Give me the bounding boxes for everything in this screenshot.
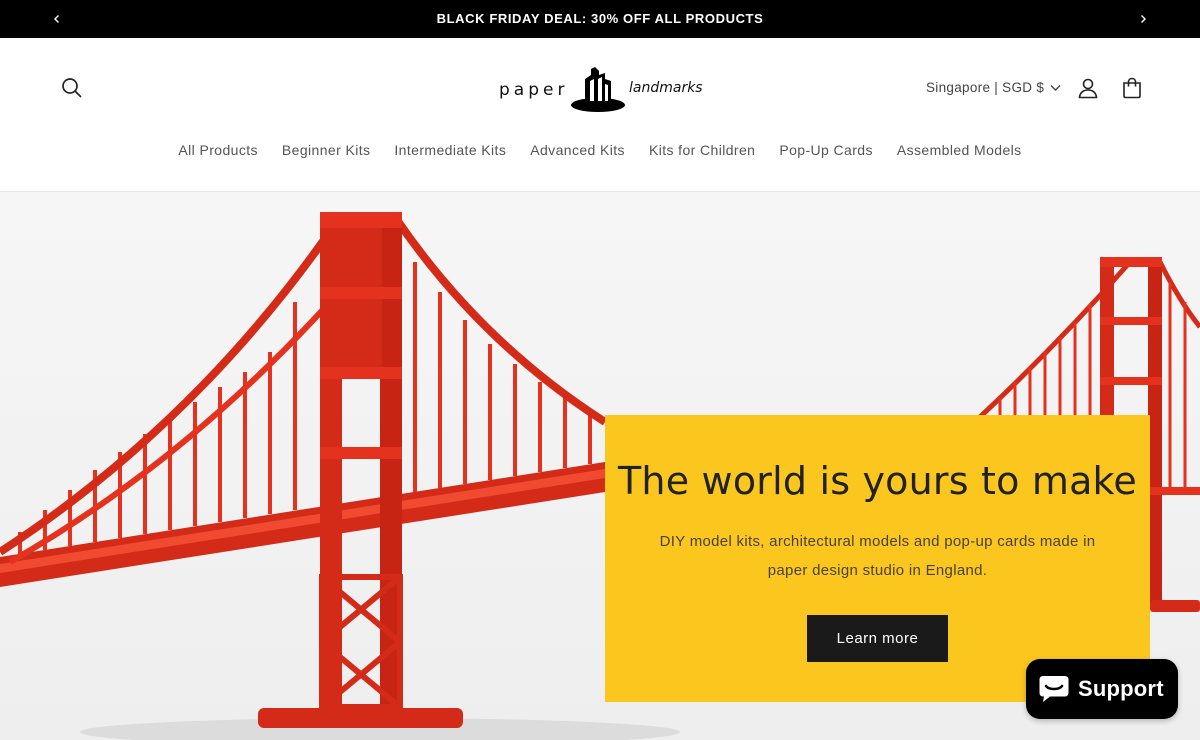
country-currency-selector[interactable]: Singapore | SGD $ [926, 80, 1061, 95]
nav-item-kits-for-children[interactable]: Kits for Children [637, 142, 767, 158]
chevron-down-icon [1050, 84, 1061, 91]
logo-word-paper: paper [499, 80, 569, 100]
nav-item-assembled-models[interactable]: Assembled Models [885, 142, 1034, 158]
logo-word-landmarks: landmarks [629, 80, 703, 96]
main-navigation: All Products Beginner Kits Intermediate … [0, 142, 1200, 158]
currency-label: Singapore | SGD $ [926, 80, 1045, 95]
nav-item-intermediate-kits[interactable]: Intermediate Kits [382, 142, 518, 158]
nav-item-beginner-kits[interactable]: Beginner Kits [270, 142, 382, 158]
learn-more-button[interactable]: Learn more [807, 615, 948, 662]
hero-banner: The world is yours to make DIY model kit… [0, 192, 1200, 740]
announcement-text: BLACK FRIDAY DEAL: 30% OFF ALL PRODUCTS [436, 11, 764, 26]
account-button[interactable] [1073, 73, 1103, 103]
cart-button[interactable] [1117, 73, 1147, 103]
chat-bubble-icon [1039, 676, 1069, 702]
next-announcement-button[interactable] [1133, 9, 1153, 29]
nav-item-advanced-kits[interactable]: Advanced Kits [518, 142, 637, 158]
nav-item-pop-up-cards[interactable]: Pop-Up Cards [767, 142, 885, 158]
nav-item-all-products[interactable]: All Products [166, 142, 270, 158]
hero-description: DIY model kits, architectural models and… [659, 533, 1096, 579]
logo-building-icon [571, 67, 625, 112]
site-header: paper landmarks Singapore | SGD $ All Pr… [0, 38, 1200, 192]
site-logo[interactable]: paper landmarks [497, 63, 707, 113]
chevron-right-icon [1141, 15, 1146, 23]
support-label: Support [1078, 676, 1164, 701]
search-button[interactable] [57, 73, 87, 103]
hero-title: The world is yours to make [618, 459, 1137, 503]
cart-icon [1123, 77, 1141, 99]
account-icon [1078, 78, 1098, 99]
search-icon [62, 78, 82, 98]
support-chat-button[interactable]: Support [1026, 659, 1178, 719]
announcement-bar: BLACK FRIDAY DEAL: 30% OFF ALL PRODUCTS [0, 0, 1200, 38]
